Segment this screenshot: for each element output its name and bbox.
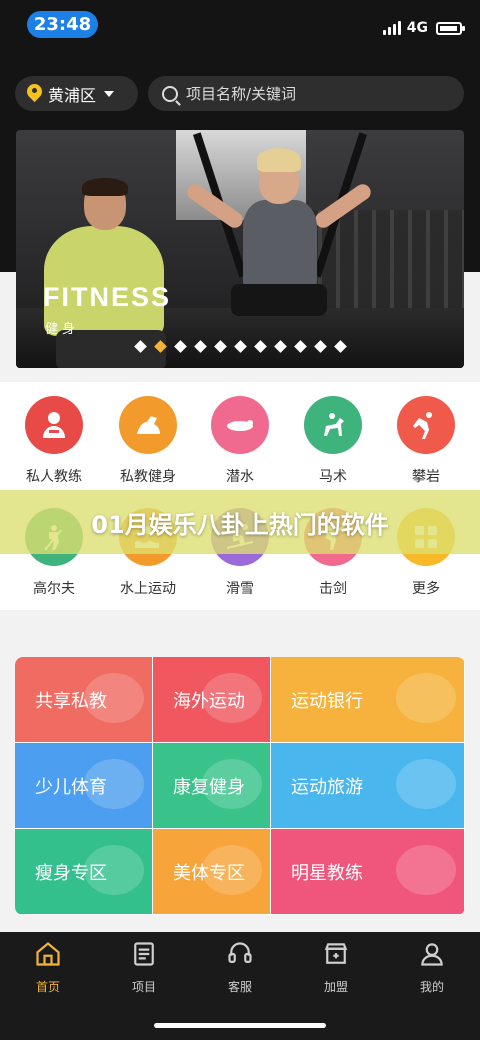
service-tile-label: 美体专区 (173, 862, 245, 884)
service-tile-label: 运动银行 (291, 690, 363, 712)
service-tile-label: 瘦身专区 (35, 862, 107, 884)
category-item[interactable]: 私人教练 (14, 396, 94, 486)
tab-item[interactable]: 首页 (18, 940, 78, 995)
category-label: 攀岩 (412, 469, 440, 485)
trainer-icon (25, 396, 83, 454)
service-tile-label: 康复健身 (173, 776, 245, 798)
carousel-indicators[interactable] (16, 340, 464, 353)
category-label: 私教健身 (120, 469, 176, 485)
tab-label: 我的 (419, 980, 444, 994)
location-label: 黄浦区 (48, 85, 97, 105)
carousel-dot[interactable] (293, 340, 307, 353)
service-tile[interactable]: 海外运动 (153, 657, 271, 743)
category-item[interactable]: 马术 (293, 396, 373, 486)
caret-down-icon (104, 90, 115, 97)
category-label: 击剑 (319, 581, 347, 597)
service-tile-label: 运动旅游 (291, 776, 363, 798)
service-tile-label: 少儿体育 (35, 776, 107, 798)
home-indicator (154, 1023, 326, 1028)
carousel-dot[interactable] (253, 340, 267, 353)
profile-icon (402, 940, 462, 968)
carousel-dot[interactable] (233, 340, 247, 353)
service-tile[interactable]: 美体专区 (153, 829, 271, 915)
tab-label: 首页 (35, 980, 60, 994)
search-input[interactable]: 项目名称/关键词 (148, 76, 464, 111)
service-tile[interactable]: 明星教练 (271, 829, 465, 915)
tab-item[interactable]: 我的 (402, 940, 462, 995)
search-icon (162, 85, 178, 102)
category-item[interactable]: 私教健身 (108, 396, 188, 486)
service-tile-label: 海外运动 (173, 690, 245, 712)
service-tile[interactable]: 运动银行 (271, 657, 465, 743)
diving-icon (211, 396, 269, 454)
status-bar: 23:48 4G (0, 0, 480, 52)
carousel-dot[interactable] (193, 340, 207, 353)
carousel-dot[interactable] (153, 340, 167, 353)
tab-item[interactable]: 项目 (114, 940, 174, 995)
home-icon (18, 940, 78, 968)
service-tile[interactable]: 瘦身专区 (15, 829, 153, 915)
carousel-dot[interactable] (313, 340, 327, 353)
tab-label: 客服 (227, 980, 252, 994)
carousel-dot[interactable] (173, 340, 187, 353)
service-tile[interactable]: 少儿体育 (15, 743, 153, 829)
category-label: 潜水 (226, 469, 254, 485)
muscle-arm-icon (119, 396, 177, 454)
join-store-icon (306, 940, 366, 968)
carousel-dot[interactable] (213, 340, 227, 353)
service-tile-label: 明星教练 (291, 862, 363, 884)
tab-label: 加盟 (323, 980, 348, 994)
banner-subtitle: 健身 (45, 322, 80, 337)
tab-item[interactable]: 加盟 (306, 940, 366, 995)
banner-title: FITNESS (43, 282, 172, 312)
service-tiles: 共享私教 海外运动 运动银行少儿体育 康复健身 运动旅游瘦身专区 美体专区 明星教练 (15, 657, 465, 915)
banner-trainer-figure (36, 178, 166, 368)
tab-item[interactable]: 客服 (210, 940, 270, 995)
location-pin-icon (27, 84, 42, 104)
status-time: 23:48 (27, 11, 98, 38)
tab-label: 项目 (131, 980, 156, 994)
battery-icon (436, 21, 465, 35)
carousel-dot[interactable] (273, 340, 287, 353)
signal-icon (382, 21, 401, 35)
horse-riding-icon (304, 396, 362, 454)
search-placeholder: 项目名称/关键词 (186, 85, 297, 103)
rock-climbing-icon (397, 396, 455, 454)
category-item[interactable]: 潜水 (200, 396, 280, 486)
project-list-icon (114, 940, 174, 968)
location-selector[interactable]: 黄浦区 (15, 76, 138, 111)
category-label: 水上运动 (120, 581, 176, 597)
carousel-dot[interactable] (333, 340, 347, 353)
category-label: 更多 (412, 581, 440, 597)
category-item[interactable]: 攀岩 (386, 396, 466, 486)
promo-banner[interactable]: FITNESS 健身 (16, 130, 464, 368)
category-label: 私人教练 (26, 469, 82, 485)
category-label: 滑雪 (226, 581, 254, 597)
network-type: 4G (406, 20, 428, 36)
status-icons: 4G (382, 20, 465, 36)
service-tile[interactable]: 运动旅游 (271, 743, 465, 829)
carousel-dot[interactable] (133, 340, 147, 353)
service-tile[interactable]: 康复健身 (153, 743, 271, 829)
overlay-title: 01月娱乐八卦上热门的软件 (0, 490, 480, 554)
category-label: 马术 (319, 469, 347, 485)
banner-athlete-figure (184, 138, 374, 338)
headset-icon (210, 940, 270, 968)
service-tile[interactable]: 共享私教 (15, 657, 153, 743)
service-tile-label: 共享私教 (35, 690, 107, 712)
category-label: 高尔夫 (33, 581, 75, 597)
